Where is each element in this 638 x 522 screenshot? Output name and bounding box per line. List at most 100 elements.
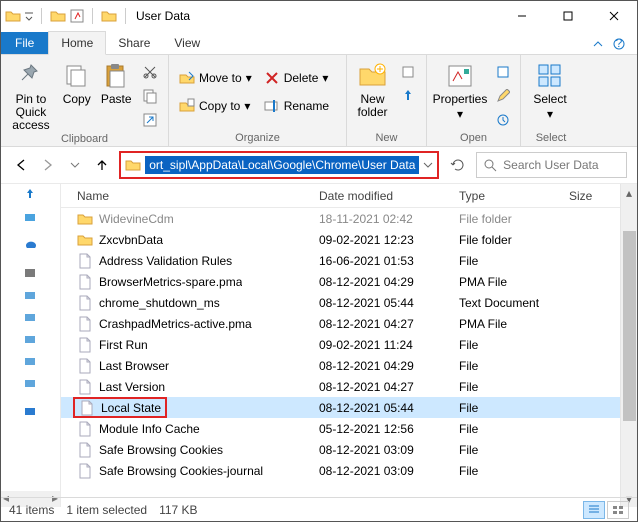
file-icon [77, 274, 93, 290]
file-icon [77, 421, 93, 437]
status-size: 117 KB [159, 503, 197, 517]
file-name: ZxcvbnData [99, 233, 163, 247]
select-button[interactable]: Select ▾ [527, 57, 573, 121]
file-name: First Run [99, 338, 148, 352]
table-row[interactable]: chrome_shutdown_ms08-12-2021 05:44Text D… [61, 292, 620, 313]
search-icon [483, 158, 497, 172]
qat-dropdown-icon[interactable] [25, 10, 33, 22]
file-icon [77, 442, 93, 458]
move-to-button[interactable]: Move to▾ [175, 67, 256, 89]
details-view-button[interactable] [583, 501, 605, 519]
file-list[interactable]: WidevineCdm18-11-2021 02:42File folderZx… [61, 208, 620, 507]
file-date: 08-12-2021 05:44 [319, 401, 459, 415]
table-row[interactable]: First Run09-02-2021 11:24File [61, 334, 620, 355]
new-folder-button[interactable]: New folder [353, 57, 392, 119]
table-row[interactable]: Safe Browsing Cookies-journal08-12-2021 … [61, 460, 620, 481]
chevron-down-icon: ▾ [322, 71, 328, 85]
window-title: User Data [136, 9, 190, 23]
group-clipboard-label: Clipboard [7, 133, 162, 147]
delete-icon [264, 70, 280, 86]
ribbon: Pin to Quick access Copy Paste Clipboard… [1, 55, 637, 147]
column-headers[interactable]: Name Date modified Type Size [61, 184, 620, 208]
shortcut-icon [142, 112, 158, 128]
file-date: 18-11-2021 02:42 [319, 212, 459, 226]
column-date[interactable]: Date modified [319, 189, 459, 203]
table-row[interactable]: ZxcvbnData09-02-2021 12:23File folder [61, 229, 620, 250]
file-name: BrowserMetrics-spare.pma [99, 275, 242, 289]
file-type: File folder [459, 212, 569, 226]
file-icon [77, 295, 93, 311]
file-date: 09-02-2021 11:24 [319, 338, 459, 352]
forward-button[interactable] [38, 154, 57, 176]
table-row[interactable]: Last Version08-12-2021 04:27File [61, 376, 620, 397]
table-row[interactable]: CrashpadMetrics-active.pma08-12-2021 04:… [61, 313, 620, 334]
file-type: PMA File [459, 275, 569, 289]
table-row[interactable]: Safe Browsing Cookies08-12-2021 03:09Fil… [61, 439, 620, 460]
navigation-pane[interactable]: ◂▸ [1, 184, 61, 507]
new-folder-icon [357, 61, 389, 91]
maximize-button[interactable] [545, 1, 591, 31]
tab-view[interactable]: View [162, 32, 212, 54]
table-row[interactable]: BrowserMetrics-spare.pma08-12-2021 04:29… [61, 271, 620, 292]
column-type[interactable]: Type [459, 189, 569, 203]
easy-access-button[interactable] [396, 85, 420, 107]
easy-access-icon [400, 88, 416, 104]
column-size[interactable]: Size [569, 189, 620, 203]
copy-path-button[interactable] [138, 85, 162, 107]
paste-shortcut-button[interactable] [138, 109, 162, 131]
open-button[interactable] [491, 61, 515, 83]
scroll-thumb[interactable] [623, 231, 636, 421]
new-item-button[interactable] [396, 61, 420, 83]
table-row[interactable]: WidevineCdm18-11-2021 02:42File folder [61, 208, 620, 229]
large-icons-view-button[interactable] [607, 501, 629, 519]
up-button[interactable] [92, 154, 111, 176]
folder-icon [50, 8, 66, 24]
chevron-down-icon: ▾ [246, 71, 252, 85]
scroll-up-button[interactable]: ▴ [621, 184, 637, 201]
copy-to-button[interactable]: Copy to▾ [175, 95, 256, 117]
chevron-down-icon: ▾ [244, 99, 250, 113]
select-icon [534, 61, 566, 91]
tab-home[interactable]: Home [48, 31, 106, 55]
paste-icon [100, 61, 132, 91]
vertical-scrollbar[interactable]: ▴ ▾ [620, 184, 637, 507]
pin-to-quick-access-button[interactable]: Pin to Quick access [7, 57, 55, 133]
help-icon[interactable]: ? [613, 38, 625, 50]
main-area: ◂▸ Name Date modified Type Size Widevine… [1, 183, 637, 507]
table-row[interactable]: Local State08-12-2021 05:44File [61, 397, 620, 418]
back-button[interactable] [11, 154, 30, 176]
file-name: Address Validation Rules [99, 254, 232, 268]
table-row[interactable]: Module Info Cache05-12-2021 12:56File [61, 418, 620, 439]
folder-icon [77, 211, 93, 227]
recent-locations-button[interactable] [65, 154, 84, 176]
copy-to-icon [179, 98, 195, 114]
history-button[interactable] [491, 109, 515, 131]
properties-qat-icon[interactable] [70, 9, 84, 23]
tab-share[interactable]: Share [106, 32, 162, 54]
table-row[interactable]: Last Browser08-12-2021 04:29File [61, 355, 620, 376]
cut-button[interactable] [138, 61, 162, 83]
close-button[interactable] [591, 1, 637, 31]
address-dropdown-icon[interactable] [423, 160, 433, 170]
svg-text:?: ? [616, 38, 623, 50]
copy-button[interactable]: Copy [59, 57, 95, 106]
delete-button[interactable]: Delete▾ [260, 67, 333, 89]
edit-button[interactable] [491, 85, 515, 107]
chevron-down-icon: ▾ [457, 108, 463, 121]
folder-icon [5, 8, 21, 24]
address-bar[interactable]: ort_sipl\AppData\Local\Google\Chrome\Use… [119, 151, 439, 179]
paste-button[interactable]: Paste [98, 57, 134, 106]
refresh-button[interactable] [447, 153, 468, 177]
search-input[interactable]: Search User Data [476, 152, 627, 178]
file-date: 08-12-2021 03:09 [319, 464, 459, 478]
address-row: ort_sipl\AppData\Local\Google\Chrome\Use… [1, 147, 637, 183]
address-path[interactable]: ort_sipl\AppData\Local\Google\Chrome\Use… [145, 156, 419, 174]
properties-button[interactable]: Properties ▾ [433, 57, 487, 121]
group-select-label: Select [527, 132, 575, 146]
table-row[interactable]: Address Validation Rules16-06-2021 01:53… [61, 250, 620, 271]
ribbon-collapse-icon[interactable] [593, 39, 603, 49]
tab-file[interactable]: File [1, 32, 48, 54]
minimize-button[interactable] [499, 1, 545, 31]
rename-button[interactable]: Rename [260, 95, 333, 117]
column-name[interactable]: Name [61, 189, 319, 203]
